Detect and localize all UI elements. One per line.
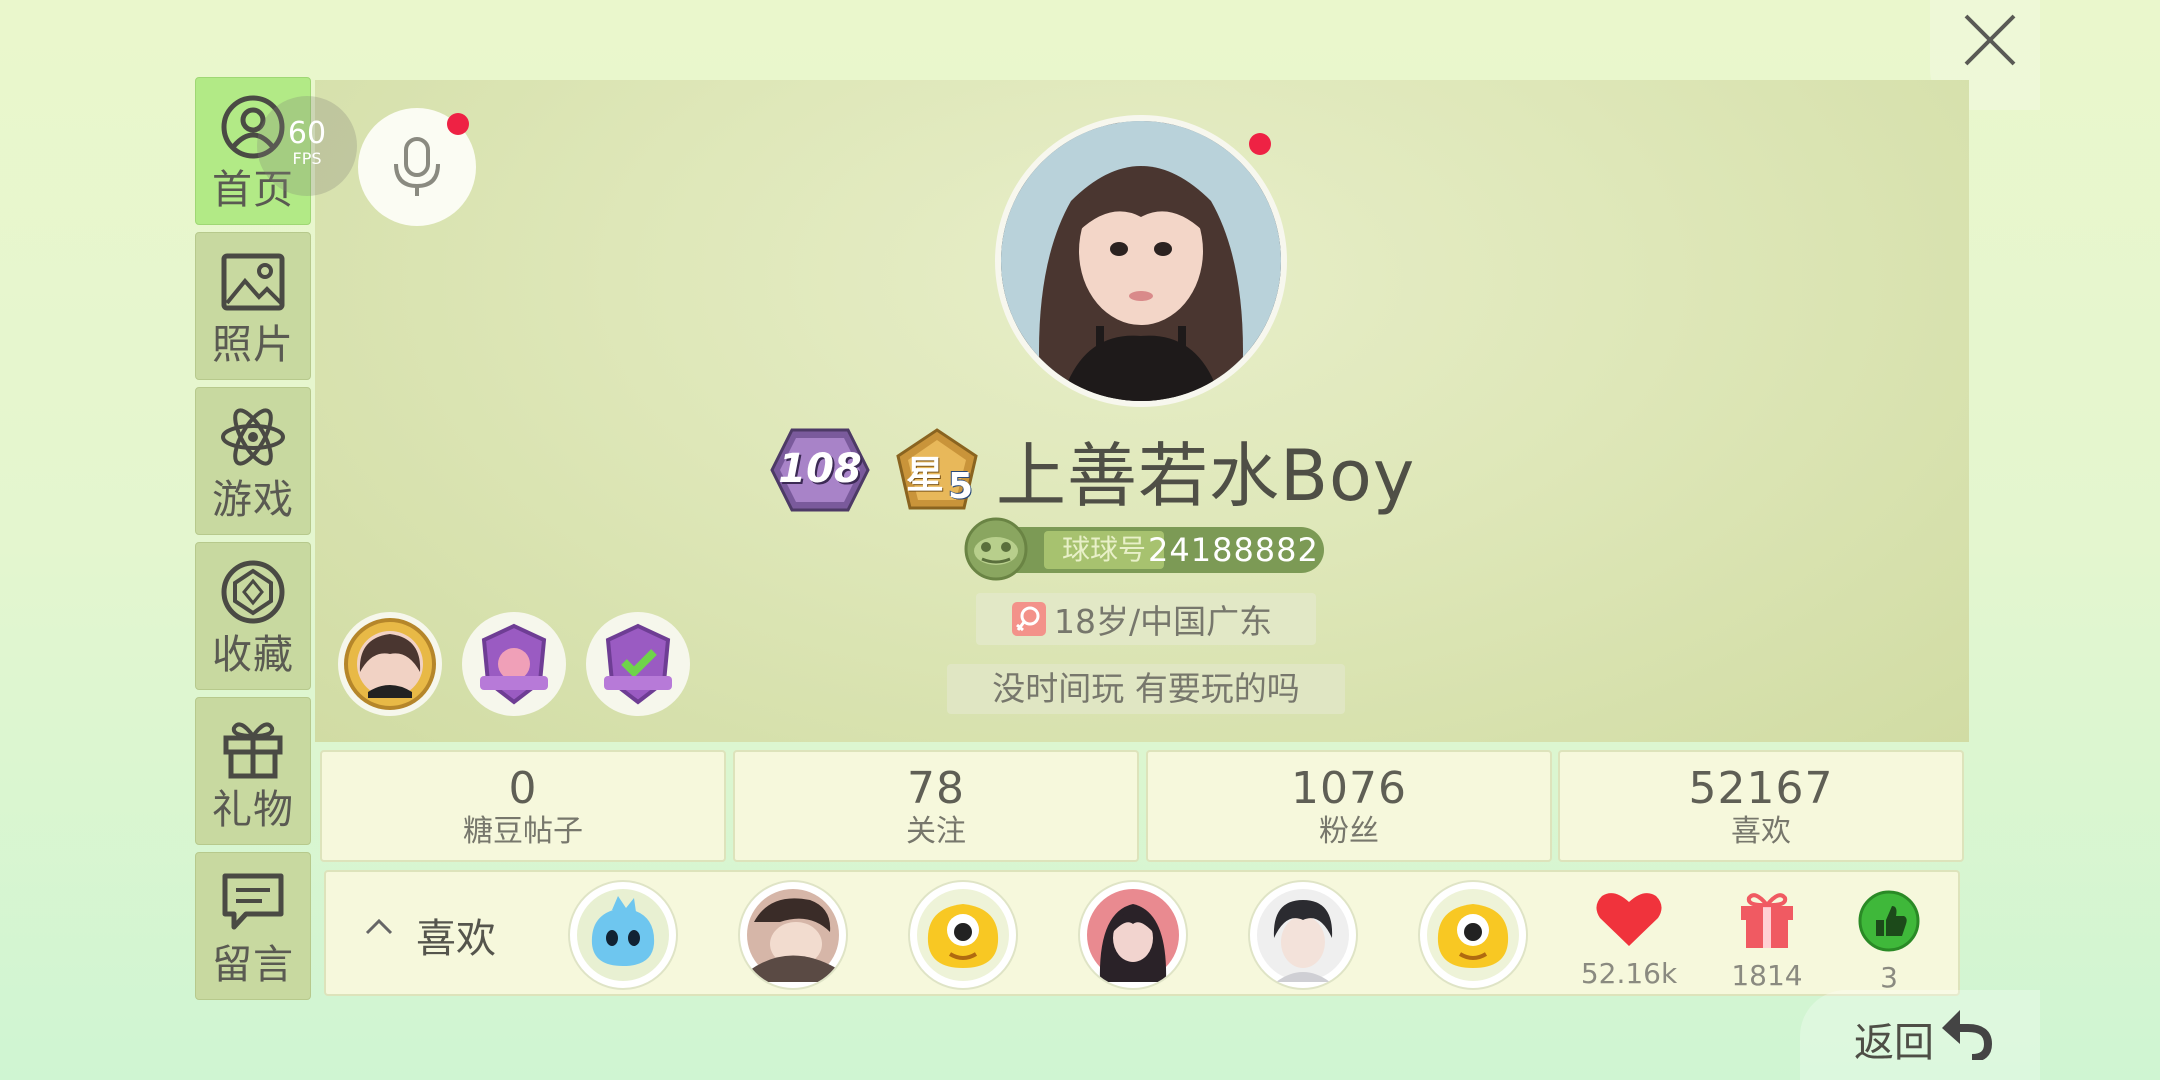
close-icon xyxy=(1964,14,2016,66)
back-label: 返回 xyxy=(1854,1020,1934,1066)
stat-value: 1076 xyxy=(1291,763,1407,814)
notification-dot xyxy=(447,113,469,135)
stat-value: 0 xyxy=(508,763,538,814)
stat-value: 52167 xyxy=(1688,763,1834,814)
sidebar-item-label: 游戏 xyxy=(212,477,294,523)
avatar-notification-dot xyxy=(1249,133,1271,155)
stat-followers[interactable]: 1076 粉丝 xyxy=(1146,750,1552,862)
gifts-metric[interactable]: 1814 xyxy=(1712,890,1822,992)
liker-avatar[interactable] xyxy=(1418,880,1528,990)
avatar-photo xyxy=(1001,121,1281,401)
age-location-text: 18岁/中国广东 xyxy=(1054,602,1273,641)
female-gender-icon xyxy=(1012,602,1046,636)
stat-label: 关注 xyxy=(906,814,966,849)
pink-shield-medal[interactable] xyxy=(462,612,566,716)
likes-metric[interactable]: 52.16k xyxy=(1574,890,1684,990)
sidebar-item-label: 照片 xyxy=(212,322,294,368)
liker-avatar[interactable] xyxy=(738,880,848,990)
level-value: 108 xyxy=(778,446,862,492)
thumbs-metric[interactable]: 3 xyxy=(1834,890,1944,994)
verified-shield-medal[interactable] xyxy=(586,612,690,716)
ball-mascot-icon xyxy=(962,517,1032,581)
liker-avatar[interactable] xyxy=(1248,880,1358,990)
signature: 没时间玩 有要玩的吗 xyxy=(947,664,1345,714)
sidebar-item-label: 留言 xyxy=(212,942,294,988)
liker-avatar[interactable] xyxy=(568,880,678,990)
sidebar-item-label: 收藏 xyxy=(212,632,294,678)
fps-unit: FPS xyxy=(292,149,322,168)
name-row: 108 星 5 上善若水Boy xyxy=(770,420,1415,520)
star-badge: 星 5 xyxy=(892,426,982,514)
likes-title: 喜欢 xyxy=(416,916,496,962)
stat-likes[interactable]: 52167 喜欢 xyxy=(1558,750,1964,862)
likes-bar: 喜欢 52.16k 1814 3 xyxy=(324,870,1960,996)
atom-icon xyxy=(220,402,286,472)
stat-following[interactable]: 78 关注 xyxy=(733,750,1139,862)
sidebar-item-gifts[interactable]: 礼物 xyxy=(195,697,311,845)
sidebar-item-photos[interactable]: 照片 xyxy=(195,232,311,380)
stat-label: 喜欢 xyxy=(1731,814,1791,849)
stat-label: 糖豆帖子 xyxy=(463,814,583,849)
microphone-icon xyxy=(394,137,440,196)
sidebar-item-games[interactable]: 游戏 xyxy=(195,387,311,535)
message-icon xyxy=(220,867,286,937)
level-badge: 108 xyxy=(770,426,870,514)
user-id-number: 24188882 xyxy=(1148,531,1319,569)
sidebar-item-favorites[interactable]: 收藏 xyxy=(195,542,311,690)
image-icon xyxy=(221,247,285,317)
gem-icon xyxy=(220,557,286,627)
heart-icon xyxy=(1596,893,1662,946)
age-location: 18岁/中国广东 xyxy=(976,593,1316,645)
user-id-badge: 球球号 24188882 xyxy=(962,517,1327,581)
likes-count: 52.16k xyxy=(1580,957,1678,990)
star-label: 星 xyxy=(906,453,945,497)
nickname: 上善若水Boy xyxy=(996,434,1416,517)
liker-avatar[interactable] xyxy=(1078,880,1188,990)
thumbs-up-icon xyxy=(1858,890,1920,952)
gift-box-icon xyxy=(1741,893,1793,948)
back-button[interactable]: 返回 xyxy=(1800,990,2040,1080)
return-arrow-icon xyxy=(1942,1010,1993,1060)
avatar[interactable] xyxy=(995,115,1287,407)
sidebar-item-label: 礼物 xyxy=(212,787,294,833)
sidebar-item-messages[interactable]: 留言 xyxy=(195,852,311,1000)
gift-icon xyxy=(220,712,286,782)
fps-counter: 60 FPS xyxy=(257,96,357,196)
avatar-frame-medal[interactable] xyxy=(338,612,442,716)
user-id-label: 球球号 xyxy=(1044,531,1164,569)
liker-avatar[interactable] xyxy=(908,880,1018,990)
stat-value: 78 xyxy=(907,763,965,814)
chevron-up-icon[interactable] xyxy=(364,916,394,936)
fps-value: 60 xyxy=(287,116,327,151)
gifts-count: 1814 xyxy=(1731,959,1803,992)
stat-label: 粉丝 xyxy=(1319,814,1379,849)
stat-posts[interactable]: 0 糖豆帖子 xyxy=(320,750,726,862)
star-level: 5 xyxy=(948,466,974,507)
